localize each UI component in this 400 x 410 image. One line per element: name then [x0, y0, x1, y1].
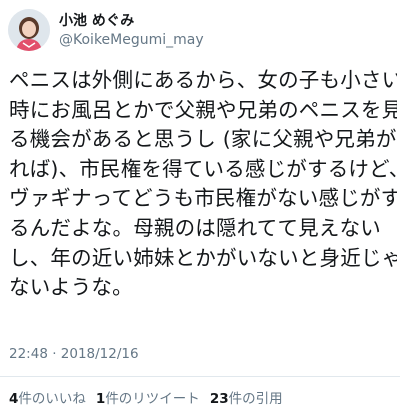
tweet-stats: 4件のいいね 1件のリツイート 23件の引用 — [9, 387, 283, 407]
tweet-text-line: 時にお風呂とかで父親や兄弟のペニスを見 — [9, 97, 397, 122]
display-name[interactable]: 小池 めぐみ — [59, 12, 204, 30]
tweet-text-line: し、年の近い姉妹とかがいないと身近じゃ — [9, 245, 397, 270]
retweets-count: 1 — [95, 391, 106, 407]
tweet-text-line: れば)、市民権を得ている感じがするけど、 — [9, 156, 397, 181]
profile-photo-avatar-icon — [8, 9, 50, 51]
tweet-text-line: ないような。 — [9, 275, 133, 300]
quotes-stat[interactable]: 23件の引用 — [210, 387, 283, 407]
retweets-stat[interactable]: 1件のリツイート — [96, 387, 200, 407]
tweet-text-line: ヴァギナってどうも市民権がない感じがす — [9, 186, 397, 211]
avatar[interactable] — [8, 9, 50, 51]
tweet-text: ペニスは外側にあるから、女の子も小さい 時にお風呂とかで父親や兄弟のペニスを見 … — [9, 66, 397, 303]
user-handle[interactable]: @KoikeMegumi_may — [59, 31, 204, 49]
tweet-text-line: る機会があると思うし (家に父親や兄弟がい — [9, 127, 397, 152]
retweets-label: 件のリツイート — [105, 391, 200, 407]
quotes-count: 23 — [209, 391, 229, 407]
tweet-text-line: ペニスは外側にあるから、女の子も小さい — [9, 68, 397, 92]
tweet-timestamp[interactable]: 22:48 · 2018/12/16 — [9, 346, 139, 362]
tweet-text-line: るんだよな。母親のは隠れてて見えない — [9, 215, 381, 240]
likes-stat[interactable]: 4件のいいね — [9, 387, 86, 407]
divider — [0, 376, 400, 377]
user-names: 小池 めぐみ @KoikeMegumi_may — [59, 12, 204, 49]
likes-count: 4 — [9, 391, 19, 407]
tweet-card: 小池 めぐみ @KoikeMegumi_may ペニスは外側にあるから、女の子も… — [0, 0, 400, 410]
likes-label: 件のいいね — [18, 391, 86, 407]
tweet-header: 小池 めぐみ @KoikeMegumi_may — [8, 8, 204, 52]
quotes-label: 件の引用 — [228, 391, 283, 407]
